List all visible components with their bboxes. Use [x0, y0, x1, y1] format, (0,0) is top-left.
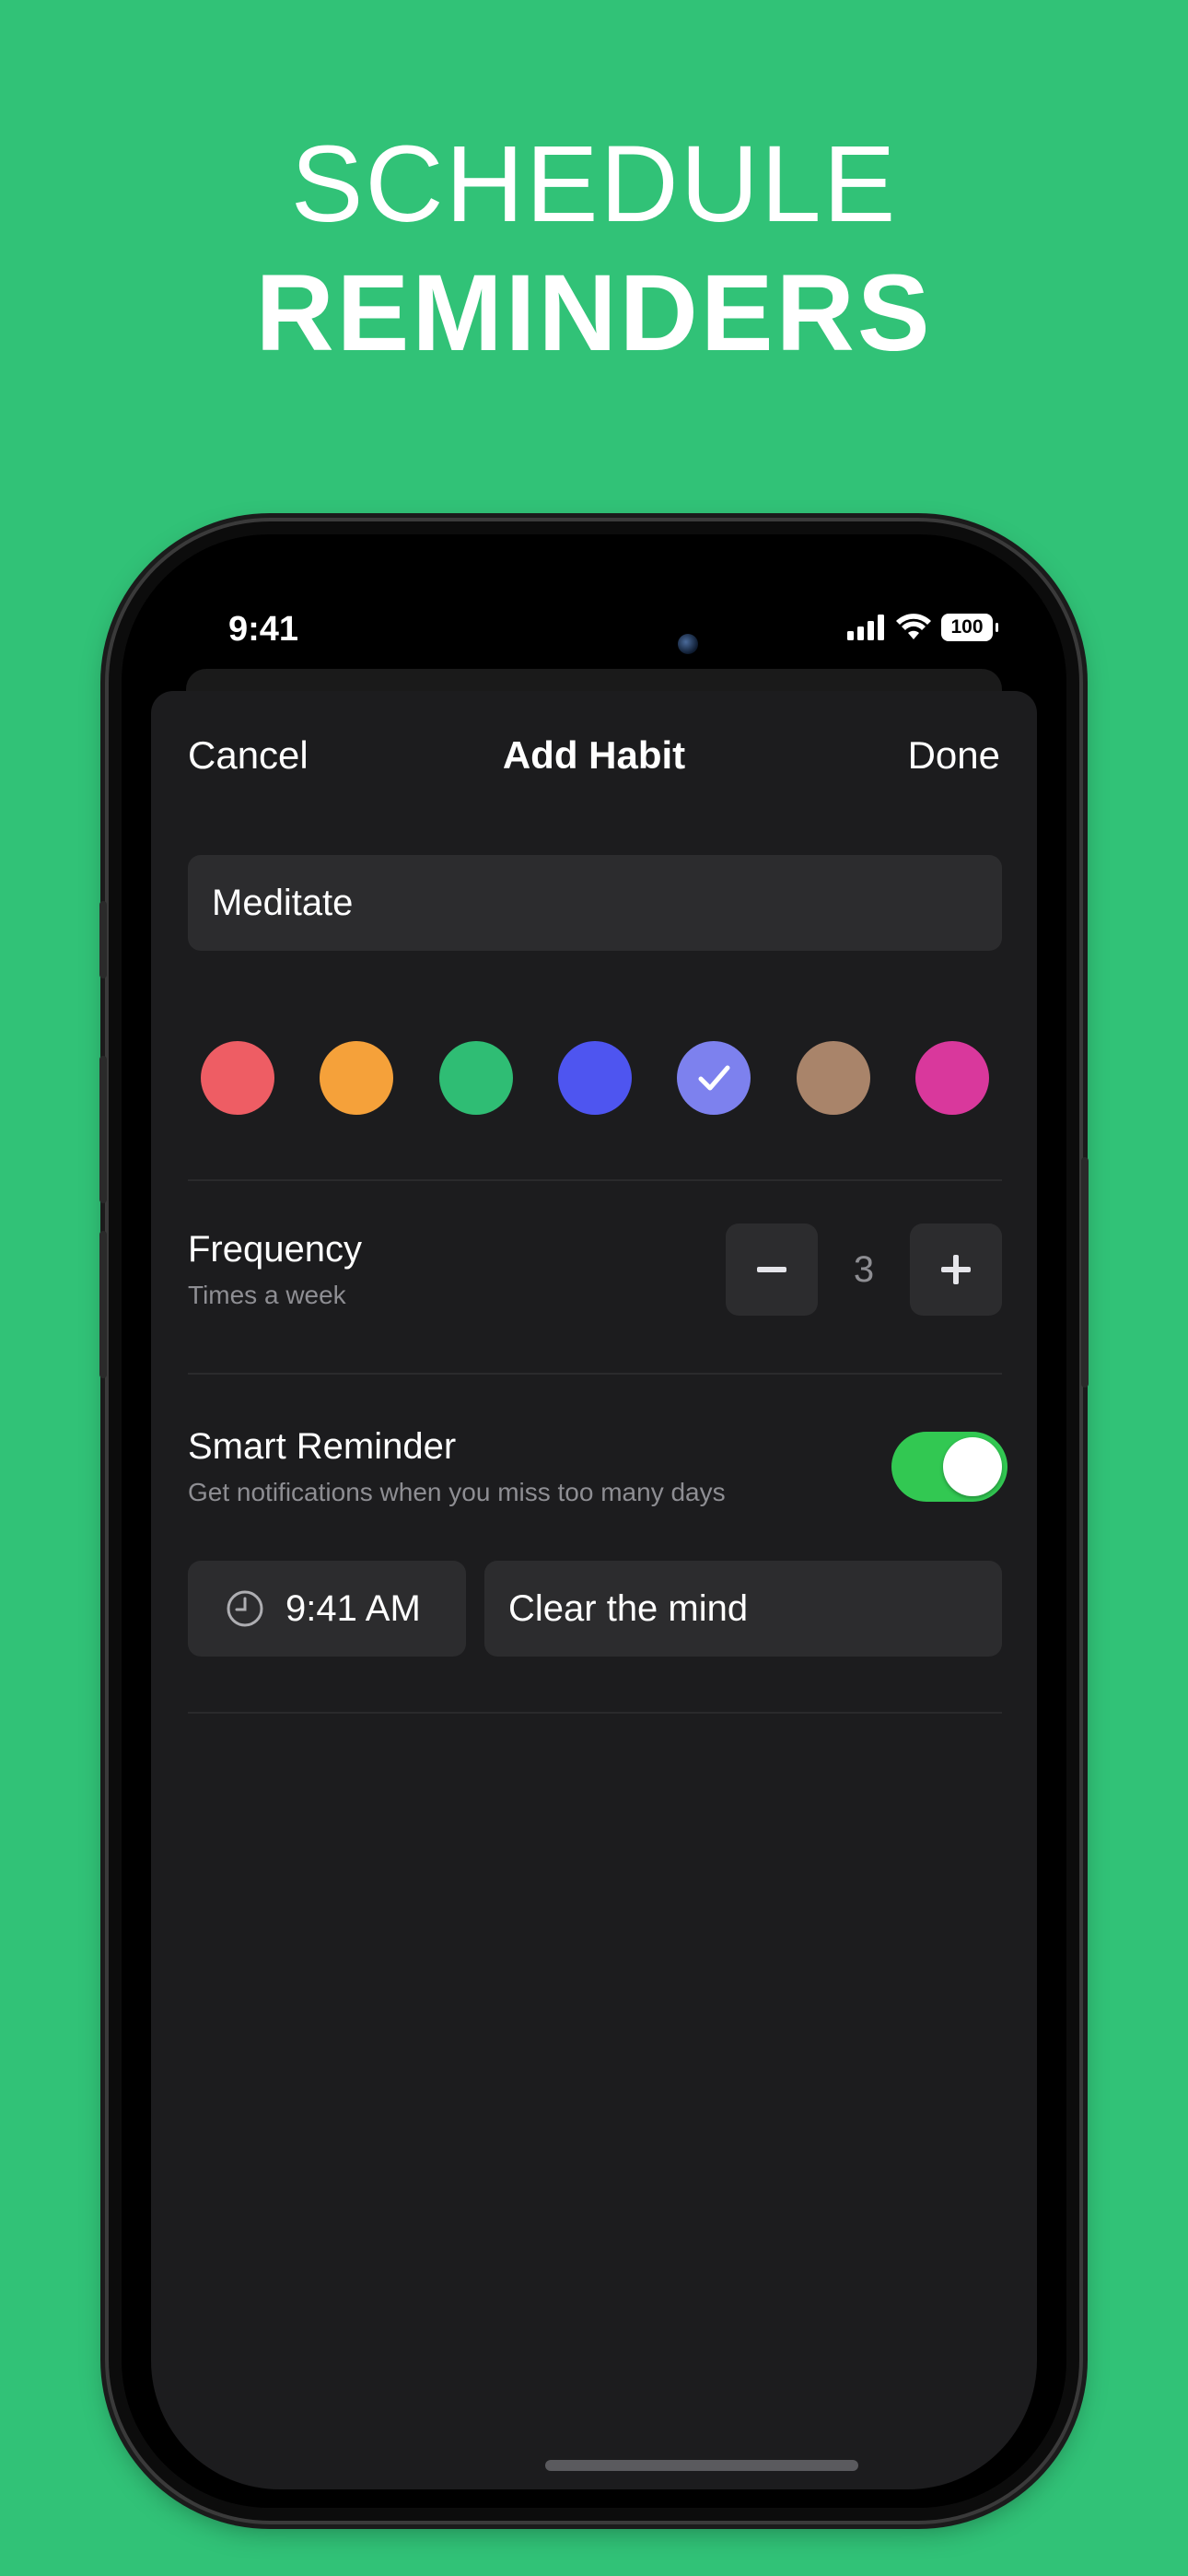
volume-down-button: [99, 1231, 107, 1378]
action-button: [99, 901, 107, 978]
battery-icon: 100: [941, 614, 998, 641]
smart-reminder-label: Smart Reminder: [188, 1426, 457, 1467]
done-button[interactable]: Done: [908, 733, 1000, 778]
phone-screen: 9:41 100 Cancel Add Habit Done Meditate …: [122, 534, 1066, 2508]
toggle-knob: [943, 1437, 1002, 1496]
page-title: Add Habit: [502, 733, 686, 777]
hero-title-line1: SCHEDULE: [290, 123, 898, 245]
add-habit-sheet: Cancel Add Habit Done Meditate Frequency…: [151, 691, 1037, 2489]
power-button: [1081, 1157, 1089, 1388]
minus-icon: [757, 1267, 786, 1272]
habit-name-input[interactable]: Meditate: [188, 855, 1002, 951]
camera-icon: [678, 634, 698, 654]
color-swatch-magenta[interactable]: [914, 1041, 989, 1115]
divider: [188, 1712, 1002, 1714]
reminder-time: 9:41 AM: [285, 1587, 421, 1629]
divider: [188, 1179, 1002, 1181]
color-swatch-brown[interactable]: [796, 1041, 870, 1115]
color-swatch-orange[interactable]: [320, 1041, 394, 1115]
decrement-button[interactable]: [726, 1224, 818, 1316]
checkmark-icon: [698, 1065, 730, 1091]
plus-icon: [941, 1255, 971, 1284]
phone-frame: 9:41 100 Cancel Add Habit Done Meditate …: [99, 521, 1089, 2521]
color-swatch-lavender-selected[interactable]: [677, 1041, 751, 1115]
increment-button[interactable]: [910, 1224, 1002, 1316]
reminder-time-button[interactable]: 9:41 AM: [188, 1561, 466, 1657]
smart-reminder-sublabel: Get notifications when you miss too many…: [188, 1478, 726, 1506]
frequency-value: 3: [853, 1249, 875, 1290]
color-swatch-green[interactable]: [438, 1041, 513, 1115]
hero-heading: SCHEDULE REMINDERS: [0, 120, 1188, 378]
hero-title-line2: REMINDERS: [255, 252, 933, 374]
frequency-label: Frequency: [188, 1229, 362, 1270]
divider: [188, 1373, 1002, 1375]
color-swatch-blue[interactable]: [557, 1041, 632, 1115]
dynamic-island: [473, 575, 715, 647]
cellular-signal-icon: [847, 615, 884, 640]
clock-icon: [227, 1590, 263, 1627]
status-time: 9:41: [228, 610, 299, 649]
volume-up-button: [99, 1056, 107, 1203]
color-swatch-red[interactable]: [201, 1041, 274, 1115]
color-picker: [188, 1041, 1002, 1115]
home-indicator: [545, 2460, 858, 2471]
status-icons: 100: [847, 614, 998, 641]
reminder-message-input[interactable]: Clear the mind: [484, 1561, 1002, 1657]
smart-reminder-toggle[interactable]: [891, 1432, 1007, 1502]
wifi-icon: [896, 614, 931, 639]
frequency-sublabel: Times a week: [188, 1281, 346, 1309]
nav-bar: Cancel Add Habit Done: [151, 691, 1037, 820]
